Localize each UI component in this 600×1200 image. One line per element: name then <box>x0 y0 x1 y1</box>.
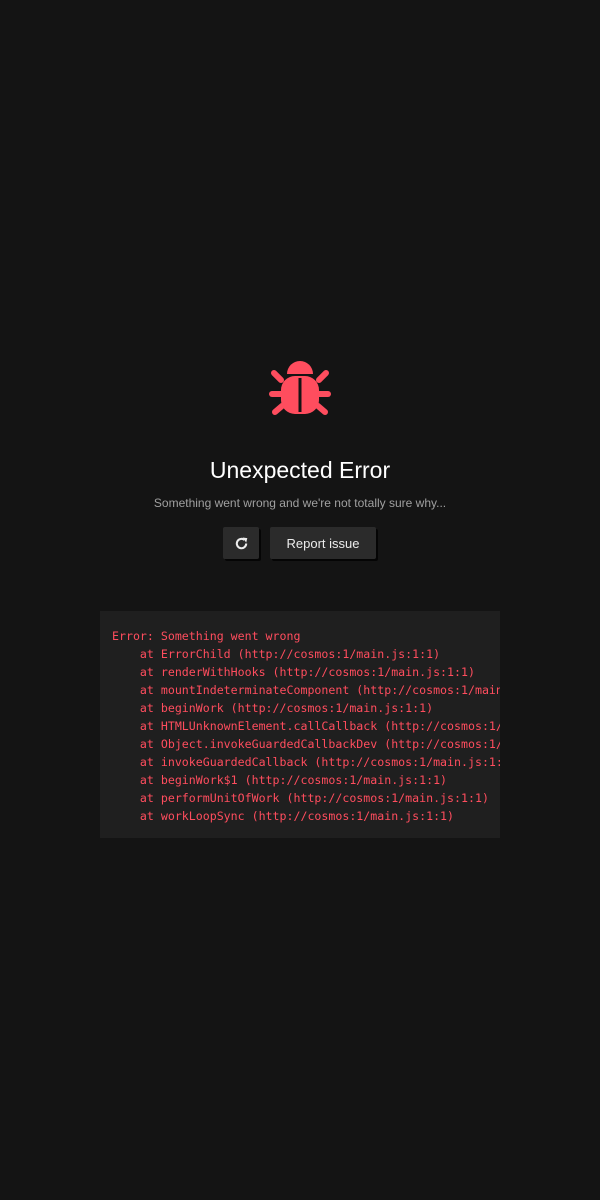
stack-trace-line: at mountIndeterminateComponent (http://c… <box>139 683 500 697</box>
stack-trace-line: Error: Something went wrong <box>112 629 301 643</box>
stack-trace-line: at invokeGuardedCallback (http://cosmos:… <box>112 755 500 769</box>
reload-button[interactable] <box>223 527 259 559</box>
stack-trace-line: at beginWork (http://cosmos:1/main.js:1:… <box>112 701 434 715</box>
error-subtitle: Something went wrong and we're not total… <box>153 496 447 510</box>
refresh-icon <box>235 537 247 549</box>
stack-trace-line: at performUnitOfWork (http://cosmos:1/ma… <box>112 791 489 805</box>
stack-trace-text: Error: Something went wrong at ErrorChil… <box>112 627 500 825</box>
stack-trace-line: at renderWithHooks (http://cosmos:1/main… <box>112 665 475 679</box>
stack-trace-line: at HTMLUnknownElement.callCallback (http… <box>139 719 500 733</box>
stack-trace-line: at ErrorChild (http://cosmos:1/main.js:1… <box>112 647 441 661</box>
stack-trace-panel: Error: Something went wrong at ErrorChil… <box>100 611 500 838</box>
stack-trace-line: at workLoopSync (http://cosmos:1/main.js… <box>112 809 455 823</box>
stack-trace-line: at beginWork$1 (http://cosmos:1/main.js:… <box>112 773 448 787</box>
bug-icon <box>269 361 331 415</box>
stack-trace-line: at Object.invokeGuardedCallbackDev (http… <box>139 737 500 751</box>
error-title: Unexpected Error <box>209 457 391 483</box>
report-issue-button[interactable]: Report issue <box>270 527 376 559</box>
